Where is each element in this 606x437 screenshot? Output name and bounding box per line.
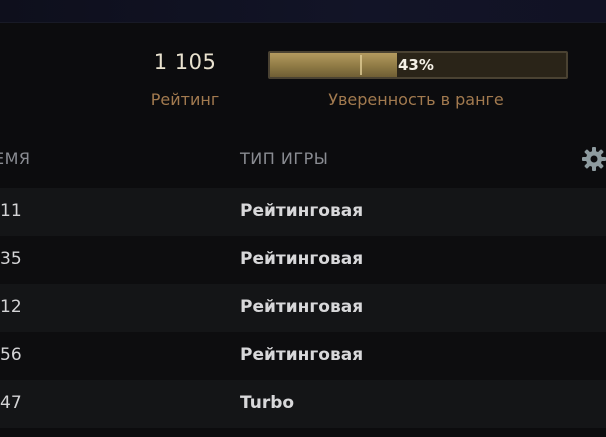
rating-value: 1 105 bbox=[153, 50, 217, 74]
match-game-type: Рейтинговая bbox=[240, 201, 364, 221]
top-header-strip bbox=[0, 0, 606, 22]
rank-confidence-fill bbox=[270, 53, 397, 77]
header-divider bbox=[0, 22, 606, 23]
rank-confidence-marker bbox=[360, 55, 362, 75]
table-row[interactable]: 35 Рейтинговая bbox=[0, 236, 606, 284]
rank-confidence-percent: 43% bbox=[398, 56, 434, 74]
match-game-type: Рейтинговая bbox=[240, 249, 364, 269]
match-time: 11 bbox=[0, 201, 22, 221]
match-list: 11 Рейтинговая 35 Рейтинговая 12 Рейтинг… bbox=[0, 188, 606, 428]
match-game-type: Рейтинговая bbox=[240, 345, 364, 365]
table-row[interactable]: 47 Turbo bbox=[0, 380, 606, 428]
rank-confidence-label: Уверенность в ранге bbox=[328, 90, 504, 109]
gear-icon[interactable] bbox=[581, 146, 606, 172]
column-header-game-type[interactable]: ТИП ИГРЫ bbox=[240, 149, 328, 168]
table-row[interactable]: 12 Рейтинговая bbox=[0, 284, 606, 332]
match-time: 12 bbox=[0, 297, 22, 317]
match-game-type: Рейтинговая bbox=[240, 297, 364, 317]
rating-label: Рейтинг bbox=[150, 90, 220, 109]
match-time: 56 bbox=[0, 345, 22, 365]
column-header-time[interactable]: ЕМЯ bbox=[0, 149, 31, 168]
rank-confidence-bar: 43% bbox=[268, 51, 568, 79]
table-row[interactable]: 56 Рейтинговая bbox=[0, 332, 606, 380]
match-game-type: Turbo bbox=[240, 393, 295, 413]
match-time: 35 bbox=[0, 249, 22, 269]
match-table-header: ЕМЯ ТИП ИГРЫ bbox=[0, 134, 606, 182]
rank-panel: 1 105 Рейтинг 43% Уверенность в ранге ЕМ… bbox=[0, 0, 606, 437]
match-time: 47 bbox=[0, 393, 22, 413]
table-row[interactable]: 11 Рейтинговая bbox=[0, 188, 606, 236]
